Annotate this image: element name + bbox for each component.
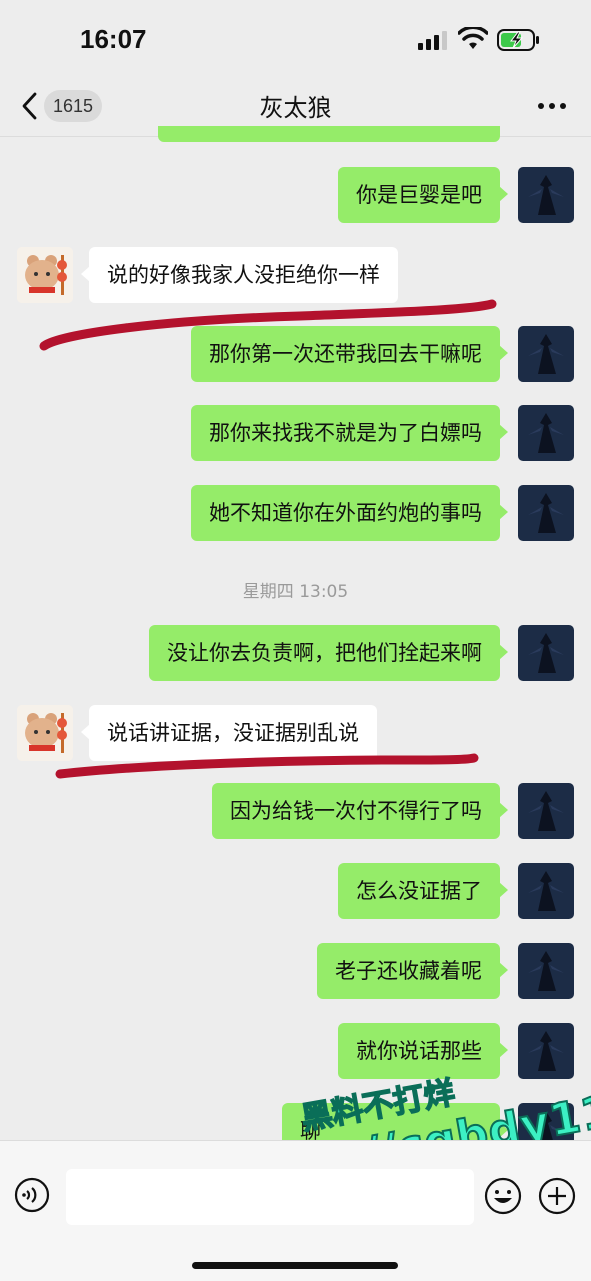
message-bubble-sent[interactable]: 那你来找我不就是为了白嫖吗 — [191, 405, 508, 461]
message-bubble-received[interactable]: 说话讲证据，没证据别乱说 — [81, 705, 377, 761]
message-bubble-sent[interactable]: 因为给钱一次付不得行了吗 — [212, 783, 508, 839]
wifi-icon — [458, 27, 488, 49]
message-bubble-sent[interactable]: 那你第一次还带我回去干嘛呢 — [191, 326, 508, 382]
my-avatar[interactable] — [518, 1023, 574, 1079]
voice-icon[interactable] — [14, 1177, 50, 1213]
contact-avatar[interactable] — [17, 247, 73, 303]
chat-area[interactable]: 你是巨婴是吧 说的好像我家人没拒绝你一样 那你第一次还带我回去干嘛呢 那你来找我… — [0, 137, 591, 1157]
message-input[interactable] — [66, 1169, 474, 1225]
contact-avatar[interactable] — [17, 705, 73, 761]
plus-icon[interactable] — [538, 1177, 576, 1215]
chat-title: 灰太狼 — [259, 94, 332, 122]
my-avatar[interactable] — [518, 863, 574, 919]
message-bubble-sent[interactable]: 就你说话那些 — [338, 1023, 508, 1079]
my-avatar[interactable] — [518, 625, 574, 681]
message-bubble-sent[interactable]: 你是巨婴是吧 — [338, 167, 508, 223]
message-bubble-sent[interactable]: 老子还收藏着呢 — [317, 943, 508, 999]
message-bubble-sent[interactable]: 她不知道你在外面约炮的事吗 — [191, 485, 508, 541]
my-avatar[interactable] — [518, 405, 574, 461]
my-avatar[interactable] — [518, 783, 574, 839]
input-bar — [0, 1140, 591, 1281]
message-bubble-sent[interactable]: 没让你去负责啊，把他们拴起来啊 — [149, 625, 508, 681]
status-bar: 16:07 — [0, 0, 591, 80]
battery-icon — [497, 29, 539, 51]
home-indicator — [192, 1262, 398, 1269]
message-bubble-sent[interactable]: 怎么没证据了 — [338, 863, 508, 919]
my-avatar[interactable] — [518, 326, 574, 382]
my-avatar[interactable] — [518, 485, 574, 541]
emoji-icon[interactable] — [484, 1177, 522, 1215]
status-time: 16:07 — [80, 24, 147, 54]
message-bubble-received[interactable]: 说的好像我家人没拒绝你一样 — [81, 247, 398, 303]
more-icon[interactable] — [538, 103, 566, 109]
my-avatar[interactable] — [518, 167, 574, 223]
signal-icon — [418, 31, 447, 50]
my-avatar[interactable] — [518, 943, 574, 999]
timestamp: 星期四 13:05 — [242, 582, 349, 602]
